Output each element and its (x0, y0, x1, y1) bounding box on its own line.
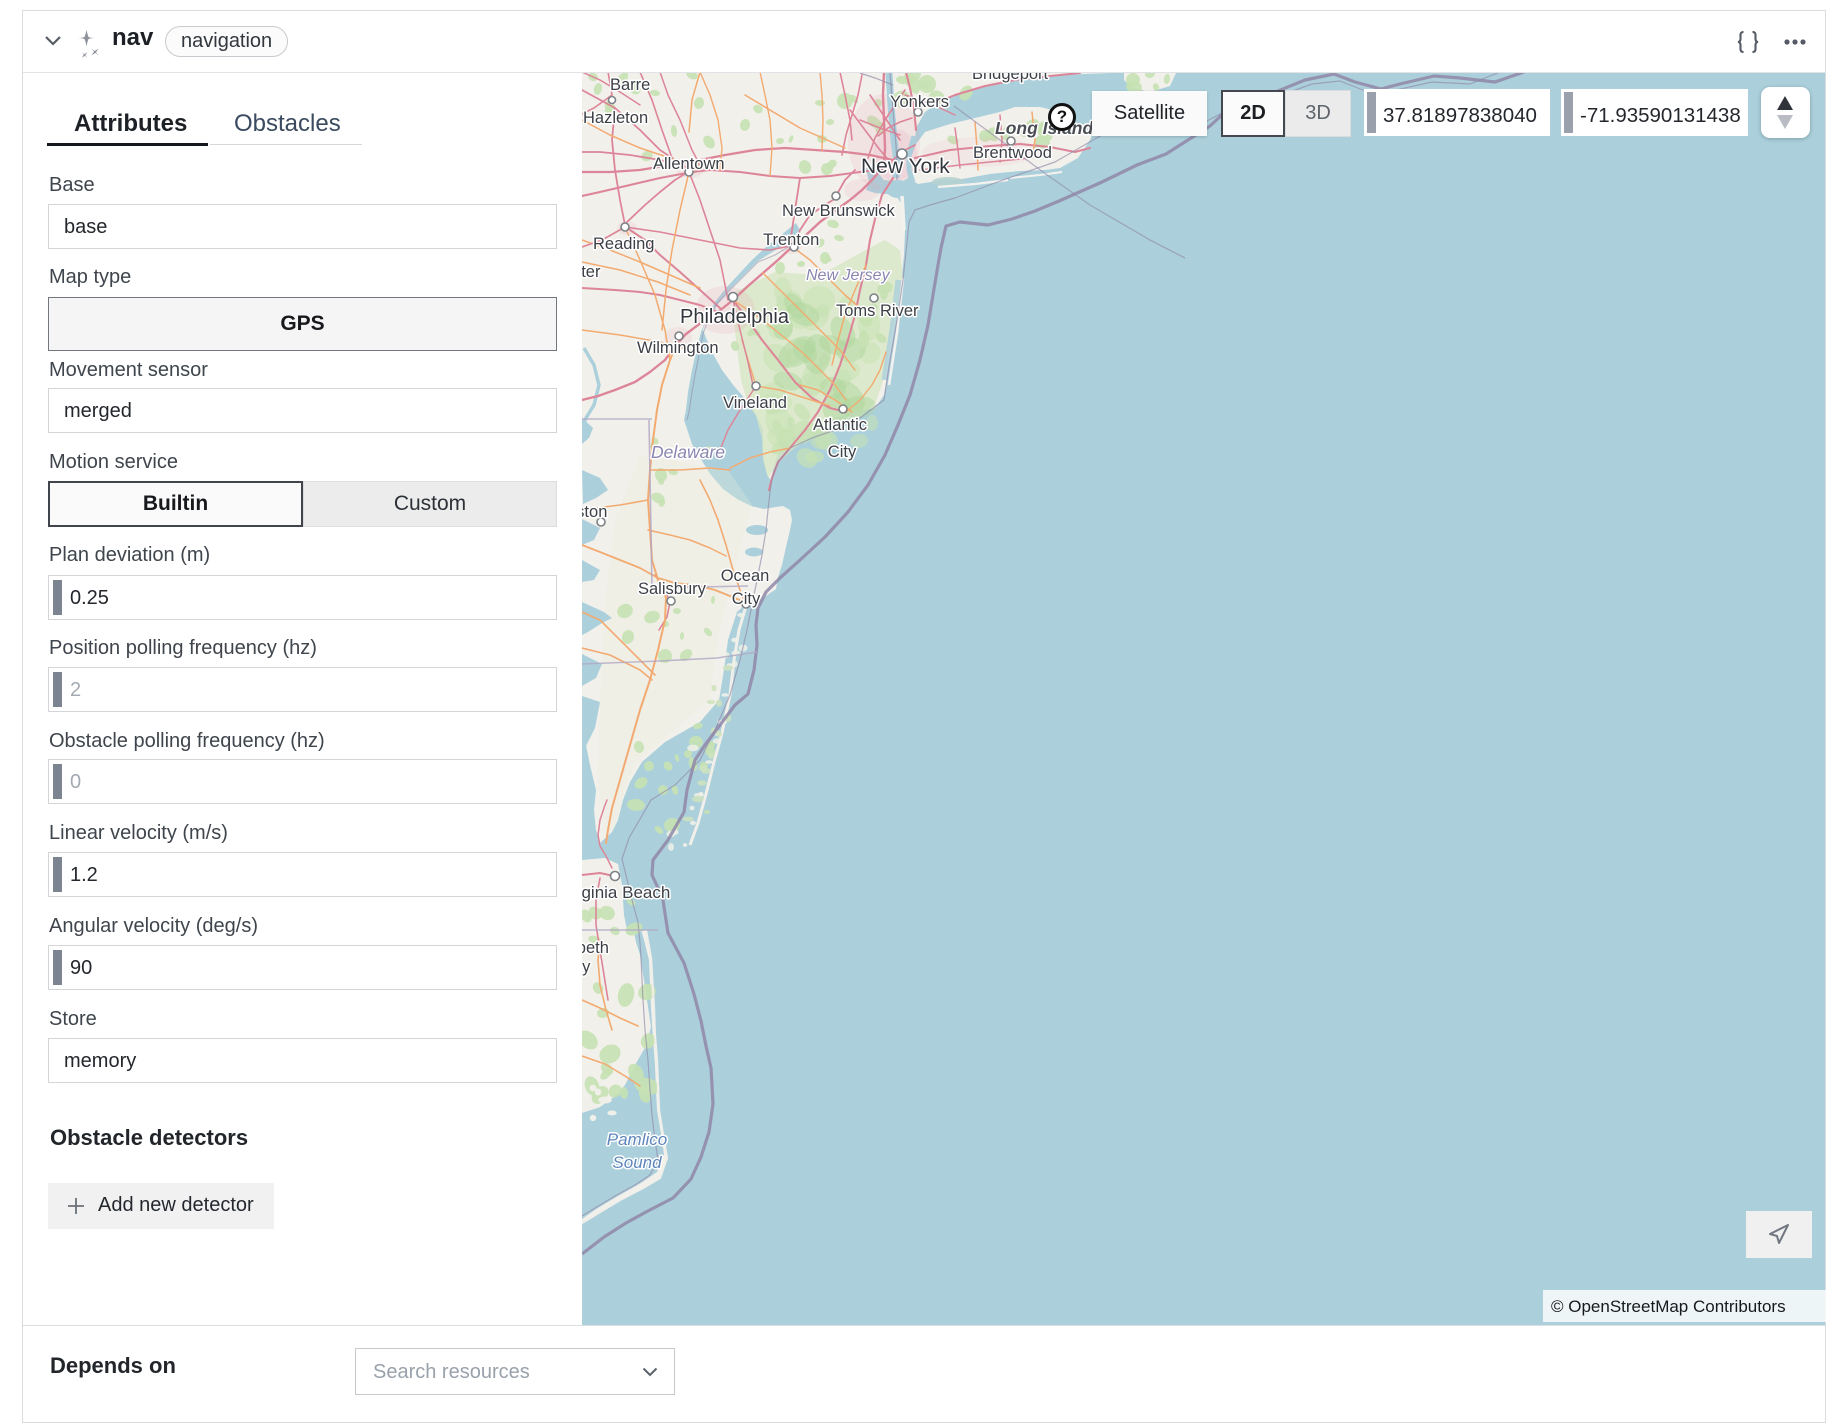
svg-text:Brentwood: Brentwood (973, 144, 1052, 162)
svg-text:Elizabeth: Elizabeth (582, 939, 609, 957)
svg-text:New Brunswick: New Brunswick (782, 202, 896, 220)
svg-text:Trenton: Trenton (763, 231, 819, 249)
svg-text:Toms River: Toms River (836, 302, 919, 320)
svg-text:Virginia Beach: Virginia Beach (582, 883, 670, 902)
svg-text:City: City (828, 443, 857, 461)
svg-text:New Jersey: New Jersey (806, 267, 891, 284)
svg-text:Yonkers: Yonkers (890, 93, 949, 111)
svg-text:New York: New York (861, 155, 950, 178)
svg-text:Long Island: Long Island (995, 118, 1094, 138)
svg-text:Philadelphia: Philadelphia (680, 306, 790, 328)
svg-text:Lancaster: Lancaster (582, 263, 601, 281)
svg-text:Salisbury: Salisbury (638, 580, 707, 598)
svg-text:Ocean: Ocean (721, 567, 770, 585)
svg-text:Allentown: Allentown (653, 155, 725, 173)
svg-text:Sound: Sound (612, 1153, 662, 1172)
svg-text:Wilmington: Wilmington (637, 339, 719, 357)
svg-text:Barre: Barre (610, 76, 650, 94)
svg-text:Pamlico: Pamlico (607, 1130, 667, 1149)
svg-text:City: City (582, 958, 591, 976)
svg-text:Easton: Easton (582, 503, 607, 521)
svg-text:Hazleton: Hazleton (583, 109, 648, 127)
svg-text:Atlantic: Atlantic (813, 416, 867, 434)
svg-text:City: City (732, 590, 761, 608)
svg-text:Delaware: Delaware (651, 442, 725, 462)
svg-text:Vineland: Vineland (723, 394, 787, 412)
svg-text:Bridgeport: Bridgeport (972, 73, 1049, 83)
svg-text:Reading: Reading (593, 235, 654, 253)
